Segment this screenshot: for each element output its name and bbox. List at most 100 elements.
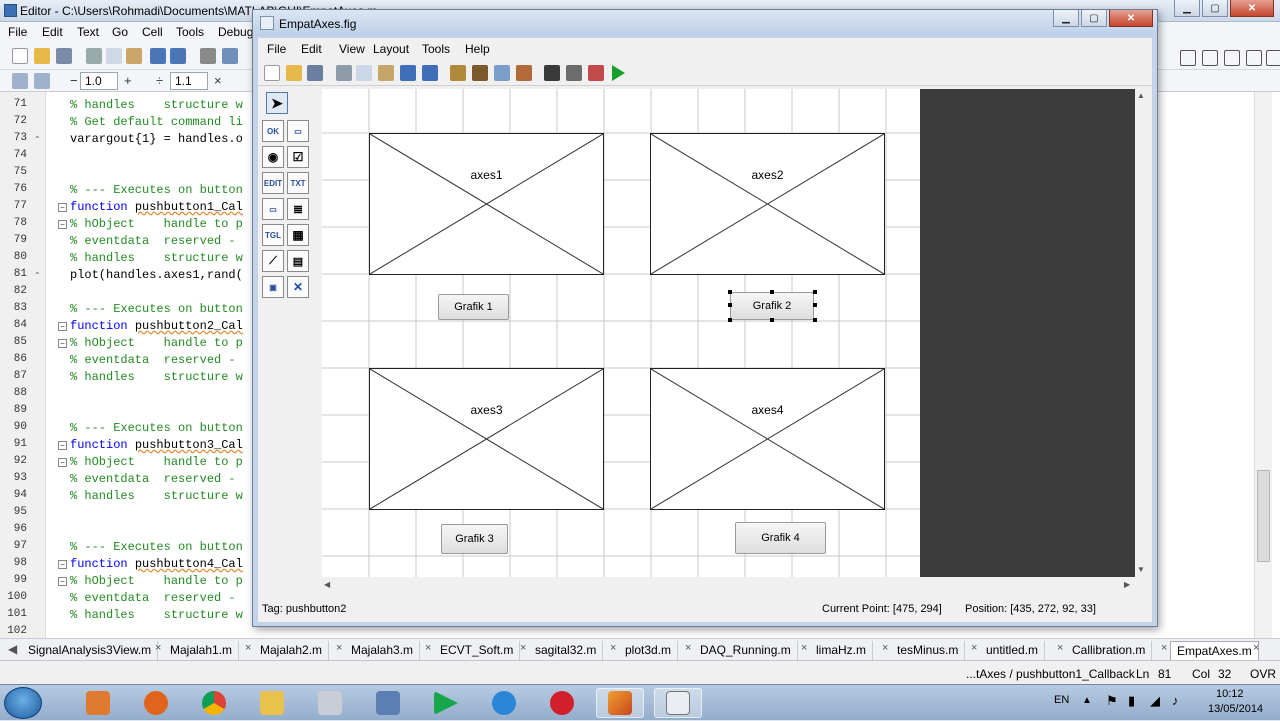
tab-order-editor-icon[interactable] [494,65,510,81]
object-browser-icon[interactable] [588,65,604,81]
selection-handle[interactable] [728,303,732,307]
radio-button-tool-icon[interactable]: ◉ [262,146,284,168]
code-line[interactable]: % eventdata reserved - [70,591,243,605]
code-line[interactable]: % handles structure w [70,608,243,622]
copy-icon[interactable] [356,65,372,81]
code-line[interactable]: % handles structure w [70,98,243,112]
open-icon[interactable] [286,65,302,81]
close-tab-icon[interactable]: × [882,642,888,654]
undo-icon[interactable] [150,48,166,64]
slider-tool-icon[interactable]: ▭ [287,120,309,142]
clock-time[interactable]: 10:12 [1216,688,1244,700]
taskbar-camtasia[interactable] [422,688,470,718]
code-line[interactable]: % --- Executes on button [70,421,243,435]
checkbox-tool-icon[interactable]: ☑ [287,146,309,168]
scrollbar-thumb[interactable] [1257,470,1270,562]
table-tool-icon[interactable]: ▦ [287,224,309,246]
taskbar-matlab[interactable] [596,688,644,718]
code-line[interactable]: % handles structure w [70,251,243,265]
taskbar-explorer[interactable] [248,688,296,718]
tile-rows-icon[interactable] [1224,50,1240,66]
run-figure-icon[interactable] [612,65,625,81]
code-line[interactable]: % eventdata reserved - [70,353,243,367]
volume-icon[interactable]: ♪ [1172,693,1179,708]
file-tab[interactable]: limaHz.m [810,641,873,660]
guide-menu-layout[interactable]: Layout [373,42,409,56]
close-tab-icon[interactable]: × [1161,642,1167,654]
action-center-icon[interactable]: ⚑ [1106,693,1118,709]
minimize-button[interactable]: ▁ [1174,0,1200,17]
breakpoint-dash[interactable]: - [34,268,41,280]
selection-handle[interactable] [728,290,732,294]
code-line[interactable]: function pushbutton4_Cal [70,557,243,571]
toggle-button-tool-icon[interactable]: TGL [262,224,284,246]
code-line[interactable]: % --- Executes on button [70,540,243,554]
save-figure-icon[interactable] [307,65,323,81]
code-line[interactable]: % --- Executes on button [70,183,243,197]
menu-cell[interactable]: Cell [142,25,163,39]
new-file-icon[interactable] [12,48,28,64]
code-fold-icon[interactable]: − [58,339,67,348]
decrement-value-field[interactable]: 1.0 [80,72,118,90]
axes4[interactable]: axes4 [650,368,885,510]
scroll-left-icon[interactable]: ◀ [324,580,330,589]
clock-date[interactable]: 13/05/2014 [1208,703,1263,715]
scroll-up-icon[interactable]: ▲ [1137,91,1145,100]
grafik-1-button[interactable]: Grafik 1 [438,294,509,320]
code-fold-icon[interactable]: − [58,458,67,467]
language-indicator[interactable]: EN [1054,694,1069,706]
new-figure-icon[interactable] [264,65,280,81]
evaluate-cell-icon[interactable] [34,73,50,89]
copy-icon[interactable] [106,48,122,64]
taskbar-chrome[interactable] [190,688,238,718]
listbox-tool-icon[interactable]: ≣ [287,198,309,220]
grafik-3-button[interactable]: Grafik 3 [441,524,508,554]
code-line[interactable]: % eventdata reserved - [70,472,243,486]
toolbar-editor-icon[interactable] [516,65,532,81]
taskbar-ie[interactable] [480,688,528,718]
code-fold-icon[interactable]: − [58,322,67,331]
paste-icon[interactable] [126,48,142,64]
code-line[interactable]: % --- Executes on button [70,302,243,316]
axes1[interactable]: axes1 [369,133,604,275]
menu-edit[interactable]: Edit [42,25,63,39]
code-line[interactable]: function pushbutton3_Cal [70,438,243,452]
close-button[interactable]: ✕ [1230,0,1274,17]
scroll-down-icon[interactable]: ▼ [1137,565,1145,574]
close-tab-icon[interactable]: × [685,642,691,654]
guide-menu-tools[interactable]: Tools [422,42,450,56]
menu-editor-icon[interactable] [472,65,488,81]
save-icon[interactable] [56,48,72,64]
property-inspector-icon[interactable] [566,65,582,81]
selection-handle[interactable] [813,318,817,322]
divide-value-field[interactable]: 1.1 [170,72,208,90]
code-line[interactable]: % eventdata reserved - [70,234,243,248]
scroll-right-icon[interactable]: ▶ [1124,580,1130,589]
code-line[interactable]: function pushbutton2_Cal [70,319,243,333]
popup-menu-tool-icon[interactable]: ▭ [262,198,284,220]
layout-horizontal-scrollbar[interactable]: ◀ ▶ [322,579,1135,593]
close-tab-icon[interactable]: × [971,642,977,654]
file-tab[interactable]: DAQ_Running.m [694,641,798,660]
selection-handle[interactable] [770,318,774,322]
axes-tool-icon[interactable]: ⟋ [262,250,284,272]
menu-debug[interactable]: Debug [218,25,253,39]
file-tab[interactable]: Majalah3.m [345,641,421,660]
tabs-scroll-left-icon[interactable]: ◀ [8,642,17,656]
editor-vertical-scrollbar[interactable] [1254,92,1272,638]
file-tab[interactable]: tesMinus.m [891,641,966,660]
network-signal-icon[interactable]: ◢ [1150,693,1160,709]
button-group-tool-icon[interactable]: ▣ [262,276,284,298]
close-tab-icon[interactable]: × [425,642,431,654]
paste-icon[interactable] [378,65,394,81]
panel-tool-icon[interactable]: ▤ [287,250,309,272]
file-tab[interactable]: Majalah1.m [164,641,240,660]
float-icon[interactable] [1246,50,1262,66]
maximize-button[interactable]: ▢ [1202,0,1228,17]
guide-maximize-button[interactable]: ▢ [1081,10,1107,27]
code-fold-icon[interactable]: − [58,441,67,450]
multiply-button[interactable]: × [214,73,222,88]
menu-file[interactable]: File [8,25,27,39]
guide-menu-help[interactable]: Help [465,42,490,56]
code-fold-icon[interactable]: − [58,560,67,569]
